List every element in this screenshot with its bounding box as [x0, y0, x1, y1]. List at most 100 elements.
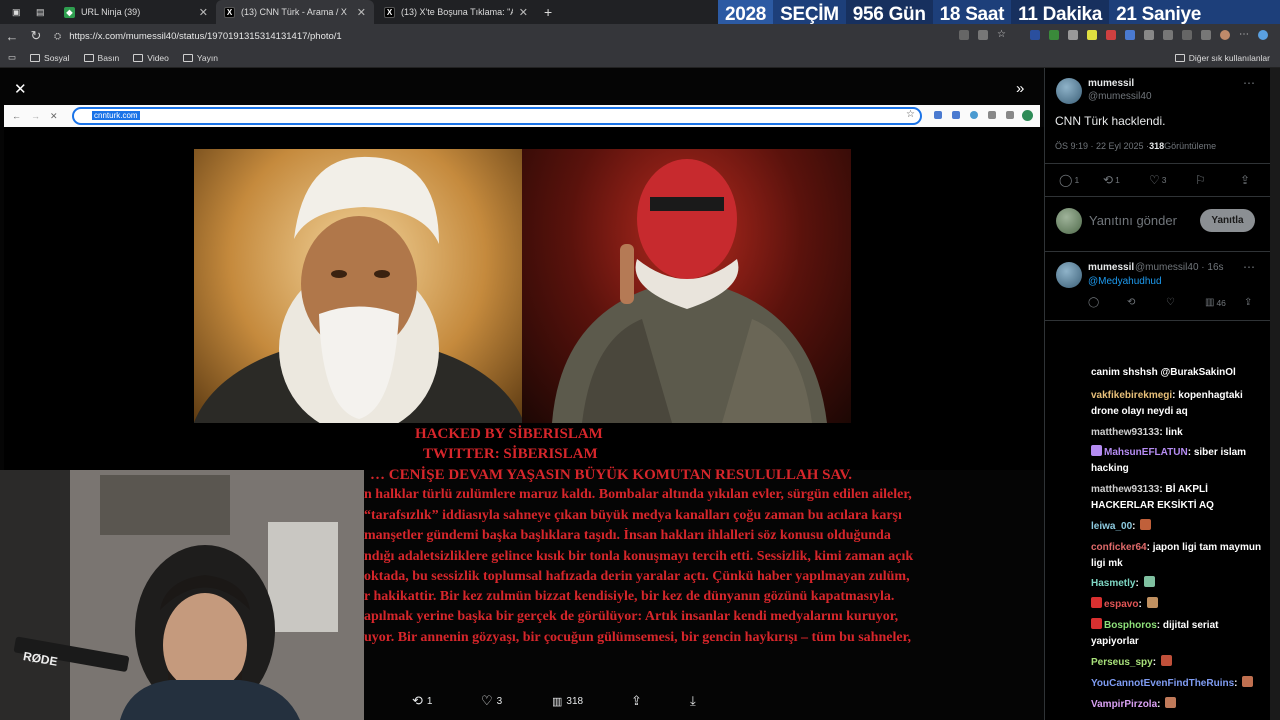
site-info-icon[interactable]: ⛭ — [54, 31, 61, 42]
favorite-star-icon[interactable]: ☆ — [997, 30, 1007, 40]
close-icon[interactable]: ✕ — [14, 80, 27, 98]
bookmark-folder-video[interactable]: Video — [133, 53, 169, 63]
views-button[interactable]: ▥ 318 — [552, 695, 583, 708]
extension-icon[interactable] — [1049, 30, 1059, 40]
like-button[interactable]: ♡ 3 — [481, 693, 502, 709]
reply-icon[interactable]: ◯ — [1088, 297, 1099, 308]
chat-username[interactable]: matthew93133 — [1091, 427, 1159, 438]
app-available-icon[interactable] — [959, 30, 969, 40]
chat-emote-icon — [1146, 597, 1158, 608]
share-button[interactable]: ⇪ — [631, 693, 642, 709]
extensions-puzzle-icon[interactable] — [1144, 30, 1154, 40]
read-aloud-icon[interactable] — [978, 30, 988, 40]
retweet-count: 1 — [1115, 175, 1120, 185]
close-tab-icon[interactable]: ✕ — [199, 6, 208, 19]
retweet-button[interactable]: ⟲ 1 — [412, 693, 432, 709]
chat-username[interactable]: conficker64 — [1091, 542, 1147, 553]
divider — [1045, 196, 1270, 197]
tab-x-post[interactable]: X (13) X'te Boşuna Tıklama: "ABD'd ✕ — [376, 0, 536, 24]
reload-icon[interactable]: ↻ — [24, 28, 48, 44]
chat-username[interactable]: espavo — [1104, 599, 1138, 610]
reply-author-handle[interactable]: @mumessil40 · 16s — [1135, 262, 1224, 273]
streamer-webcam: RØDE — [0, 470, 364, 720]
other-bookmarks-folder[interactable]: Diğer sık kullanılanlar — [1174, 53, 1270, 63]
hacked-paragraph-line: manşetler gündemi başka başlıklara taşıd… — [364, 528, 891, 543]
like-count: 3 — [496, 695, 503, 707]
favorites-icon[interactable] — [1163, 30, 1173, 40]
extension-icon[interactable] — [1125, 30, 1135, 40]
chat-username[interactable]: Perseus_spy — [1091, 657, 1153, 668]
download-button[interactable]: ⤓ — [690, 693, 696, 709]
collections-icon[interactable] — [1201, 30, 1211, 40]
back-icon[interactable]: ← — [0, 29, 24, 44]
shield-icon[interactable] — [1182, 30, 1192, 40]
toggle-sidebar-icon[interactable]: » — [1016, 80, 1024, 97]
hacked-paragraph-line: oktada, bu sessizlik toplumsal hafızada … — [364, 569, 910, 584]
more-options-icon[interactable]: ⋯ — [1243, 260, 1255, 274]
reply-submit-button[interactable]: Yanıtla — [1200, 209, 1255, 232]
avatar[interactable] — [1056, 262, 1082, 288]
url-ninja-icon: ◆ — [64, 6, 75, 18]
tab-cnn-turk-search[interactable]: X (13) CNN Türk - Arama / X ✕ — [216, 0, 374, 24]
reply-author-name[interactable]: mumessil — [1088, 262, 1134, 273]
retweet-icon: ⟲ — [412, 693, 423, 708]
close-tab-icon[interactable]: ✕ — [357, 6, 366, 19]
heart-icon[interactable]: ♡ — [1166, 297, 1175, 308]
extension-icon[interactable] — [1068, 30, 1078, 40]
bookmark-folder-yayin[interactable]: Yayın — [182, 52, 218, 63]
url-field[interactable]: ⛭ https://x.com/mumessil40/status/197019… — [54, 31, 342, 42]
chat-username[interactable]: Hasmetly — [1091, 578, 1135, 589]
author-name[interactable]: mumessil — [1088, 78, 1134, 89]
portrait-masked-figure-photo — [522, 149, 851, 423]
chat-username[interactable]: leiwa_00 — [1091, 521, 1132, 532]
tab-actions-icon[interactable]: ▣ — [4, 0, 24, 24]
author-handle[interactable]: @mumessil40 — [1088, 91, 1152, 102]
avatar — [1056, 208, 1082, 234]
chat-emote-icon — [1160, 655, 1172, 666]
new-tab-button[interactable]: + — [536, 0, 556, 24]
extension-icon[interactable] — [1106, 30, 1116, 40]
share-icon[interactable]: ⇪ — [1240, 173, 1250, 187]
chat-username[interactable]: Bosphoros — [1104, 620, 1157, 631]
chat-username[interactable]: vakfikebirekmegi — [1091, 390, 1172, 401]
tab-url-ninja[interactable]: ◆ URL Ninja (39) ✕ — [56, 0, 216, 24]
chat-username[interactable]: matthew93133 — [1091, 484, 1159, 495]
reply-button[interactable]: ◯ 1 — [1059, 173, 1079, 187]
close-tab-icon[interactable]: ✕ — [519, 6, 528, 19]
chat-text: link — [1165, 427, 1183, 438]
extension-icon[interactable] — [1087, 30, 1097, 40]
seconds-unit: Saniye — [1141, 3, 1202, 25]
extension-icon[interactable] — [1030, 30, 1040, 40]
reply-view-count: 46 — [1216, 297, 1226, 308]
reply-input[interactable]: Yanıtını gönder — [1089, 213, 1177, 228]
divider — [1045, 320, 1270, 321]
vertical-tabs-icon[interactable]: ▤ — [28, 0, 52, 24]
chat-badge-icon — [1091, 597, 1102, 608]
share-icon[interactable]: ⇪ — [1244, 297, 1252, 308]
bookmark-label: Yayın — [196, 52, 218, 63]
more-options-icon[interactable]: ⋯ — [1243, 76, 1255, 90]
tweet-timestamp[interactable]: ÖS 9:19 · 22 Eyl 2025 · — [1055, 141, 1149, 151]
scrollbar[interactable] — [1270, 68, 1280, 720]
profile-avatar[interactable] — [1220, 30, 1230, 40]
chat-username[interactable]: MahsunEFLATUN — [1104, 447, 1188, 458]
copilot-icon[interactable] — [1258, 30, 1268, 40]
bookmark-folder-sosyal[interactable]: Sosyal — [30, 53, 70, 63]
bookmark-label: Video — [147, 52, 169, 63]
views-button[interactable]: ▥ 46 — [1205, 297, 1226, 308]
avatar[interactable] — [1056, 78, 1082, 104]
reply-mention-link[interactable]: @Medyahudhud — [1088, 276, 1162, 287]
chat-username[interactable]: VampirPirzola — [1091, 699, 1157, 710]
retweet-icon[interactable]: ⟲ — [1127, 297, 1135, 308]
retweet-button[interactable]: ⟲ 1 — [1103, 173, 1120, 187]
chat-username[interactable]: YouCannotEvenFindTheRuins — [1091, 678, 1234, 689]
like-button[interactable]: ♡ 3 — [1149, 173, 1167, 187]
chat-message: matthew93133: link — [1091, 425, 1263, 441]
reply-count: 1 — [1074, 175, 1080, 185]
bookmark-folder-basin[interactable]: Basın — [83, 53, 119, 63]
more-menu-icon[interactable]: ⋯ — [1239, 30, 1249, 40]
bookmark-icon[interactable]: ⚐ — [1195, 173, 1206, 187]
bookmarks-menu-icon[interactable]: ▭ — [8, 52, 16, 63]
chat-message: vakfikebirekmegi: kopenhagtaki drone ola… — [1091, 388, 1263, 420]
chat-message: Hasmetly: — [1091, 576, 1263, 592]
